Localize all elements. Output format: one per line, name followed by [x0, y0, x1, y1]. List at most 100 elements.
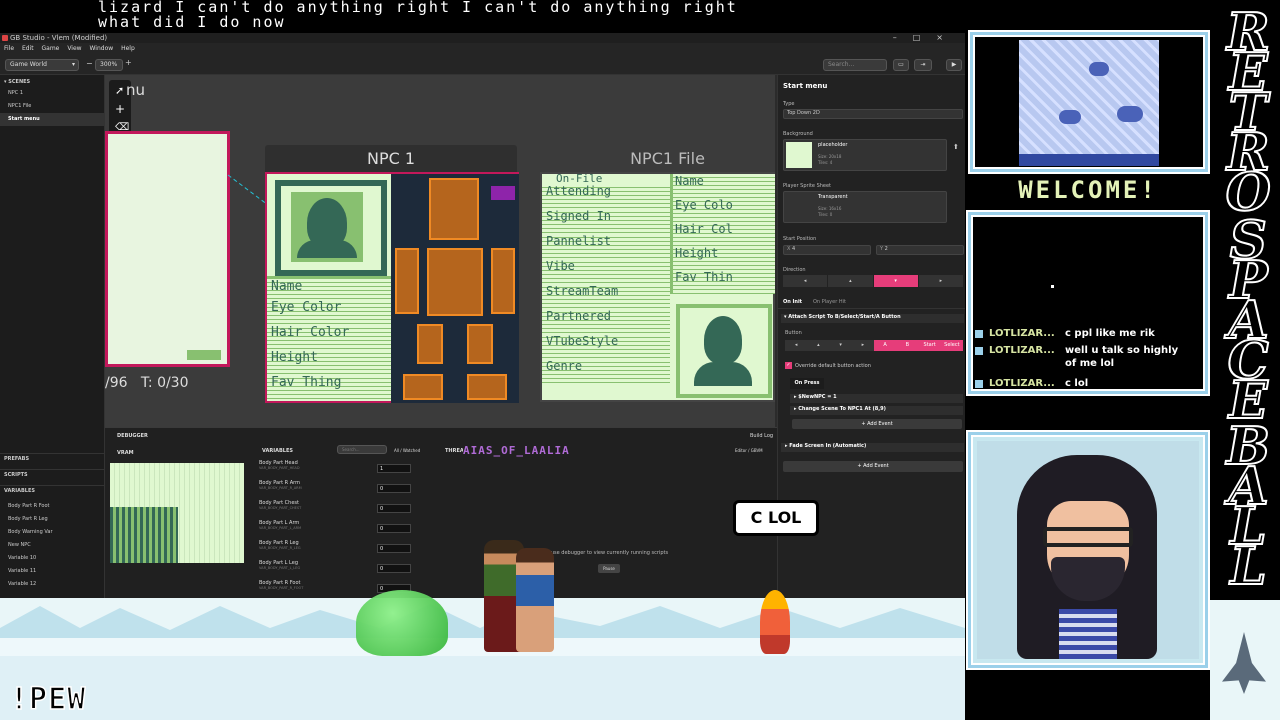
- type-select[interactable]: Top Down 2D: [783, 109, 963, 119]
- direction-down-button[interactable]: ▾: [873, 275, 919, 287]
- direction-right-button[interactable]: ▸: [918, 275, 963, 287]
- variables-filter[interactable]: All / Watched: [394, 448, 420, 453]
- button-down[interactable]: ▾: [830, 340, 852, 351]
- editor-tab[interactable]: Editor / GBVM: [735, 448, 763, 453]
- menu-edit[interactable]: Edit: [22, 45, 34, 52]
- button-left[interactable]: ◂: [785, 340, 807, 351]
- chat-badge-icon: [975, 347, 983, 355]
- sprite-select[interactable]: Transparent Size: 16x16 Tiles: 0: [783, 191, 947, 223]
- button-a[interactable]: A: [874, 340, 897, 351]
- event-fade-screen[interactable]: ▸ Fade Screen In (Automatic): [781, 443, 964, 452]
- menu-help[interactable]: Help: [121, 45, 135, 52]
- play-icon: ▶: [951, 61, 957, 68]
- scene-item-start-menu[interactable]: Start menu: [0, 113, 104, 126]
- file-field: Signed In: [542, 209, 670, 234]
- start-y-input[interactable]: Y 2: [876, 245, 964, 255]
- direction-up-button[interactable]: ▴: [828, 275, 874, 287]
- menu-file[interactable]: File: [4, 45, 14, 52]
- body-part-l-leg[interactable]: [467, 324, 493, 364]
- body-part-r-foot[interactable]: [403, 374, 443, 400]
- button-right[interactable]: ▸: [852, 340, 874, 351]
- body-part-chest[interactable]: [427, 248, 483, 316]
- menu-window[interactable]: Window: [89, 45, 113, 52]
- var-value[interactable]: 0: [377, 504, 411, 513]
- event-fade-label: Fade Screen In (Automatic): [789, 443, 867, 449]
- background-select[interactable]: placeholder Size: 20x18 Tiles: 4: [783, 139, 947, 171]
- view-select[interactable]: Game World ▾: [5, 59, 79, 71]
- export-button[interactable]: ⇥: [914, 59, 932, 71]
- variable-item[interactable]: Variable 12: [0, 578, 104, 591]
- chat-username[interactable]: LOTLIZAR...: [989, 327, 1067, 340]
- zoom-in-button[interactable]: +: [125, 58, 132, 67]
- menu-game[interactable]: Game: [42, 45, 60, 52]
- scripts-header[interactable]: SCRIPTS: [0, 469, 104, 479]
- variable-item[interactable]: Variable 11: [0, 565, 104, 578]
- stream-caption: lizard I can't do anything right I can't…: [98, 0, 958, 34]
- variable-item[interactable]: Body Part R Foot: [0, 500, 104, 513]
- add-event-inner-button[interactable]: + Add Event: [792, 419, 962, 429]
- tab-on-init[interactable]: On Init: [783, 299, 802, 305]
- scenes-header[interactable]: ▾ SCENES: [0, 77, 104, 87]
- file-field: Pannelist: [542, 234, 670, 259]
- file-field: StreamTeam: [542, 284, 670, 309]
- override-checkbox[interactable]: ✓: [785, 362, 792, 369]
- search-input[interactable]: Search...: [823, 59, 887, 71]
- var-value[interactable]: 0: [377, 524, 411, 533]
- folder-button[interactable]: ▭: [893, 59, 909, 71]
- variable-item[interactable]: New NPC: [0, 539, 104, 552]
- body-part-head[interactable]: [429, 178, 479, 240]
- window-title: GB Studio - Vlem (Modified): [10, 34, 108, 42]
- body-part-r-leg[interactable]: [417, 324, 443, 364]
- var-value[interactable]: 0: [377, 484, 411, 493]
- variables-title: VARIABLES: [262, 448, 293, 454]
- maximize-button[interactable]: □: [913, 33, 937, 42]
- pause-button[interactable]: Pause: [598, 564, 620, 573]
- button-select[interactable]: Select: [940, 340, 963, 351]
- direction-left-button[interactable]: ◂: [783, 275, 829, 287]
- var-value[interactable]: 1: [377, 464, 411, 473]
- tab-on-player-hit[interactable]: On Player Hit: [813, 299, 846, 305]
- zoom-out-button[interactable]: −: [86, 59, 93, 68]
- var-value[interactable]: 0: [377, 544, 411, 553]
- on-press-tab[interactable]: On Press: [790, 378, 824, 389]
- body-part-l-foot[interactable]: [467, 374, 507, 400]
- file-field: Vibe: [542, 259, 670, 284]
- event-change-scene[interactable]: ▸ Change Scene To NPC1 At (8,9): [790, 406, 963, 415]
- field-height: Height: [267, 350, 392, 375]
- minimize-button[interactable]: –: [893, 33, 913, 42]
- var-value[interactable]: 0: [377, 564, 411, 573]
- menu-view[interactable]: View: [67, 45, 81, 52]
- body-part-r-arm[interactable]: [395, 248, 419, 314]
- button-up[interactable]: ▴: [807, 340, 829, 351]
- play-button[interactable]: ▶: [946, 59, 962, 71]
- vram-tiles: [110, 507, 178, 563]
- event-attach-script[interactable]: ▾ Attach Script To B/Select/Start/A Butt…: [781, 314, 964, 323]
- chat-username[interactable]: LOTLIZAR...: [989, 377, 1067, 390]
- file-field: Eye Colo: [673, 198, 775, 222]
- build-log-button[interactable]: Build Log: [750, 433, 773, 439]
- close-button[interactable]: ×: [936, 33, 959, 42]
- prefabs-header[interactable]: PREFABS: [0, 453, 104, 463]
- scene-item-npc1[interactable]: NPC 1: [0, 87, 104, 100]
- world-canvas[interactable]: ➚ + ⌫ ▦ ⊘ nu /96 T: 0/30 NPC 1 Name Eye …: [105, 75, 775, 427]
- npc1-file-scene[interactable]: On-File Attending Signed In Pannelist Vi…: [540, 172, 775, 402]
- variables-header[interactable]: VARIABLES: [0, 485, 104, 495]
- variable-item[interactable]: Body Warning Var: [0, 526, 104, 539]
- variable-item[interactable]: Body Part R Leg: [0, 513, 104, 526]
- event-set-variable[interactable]: ▸ $NewNPC = 1: [790, 394, 963, 403]
- scene-item-npc1-file[interactable]: NPC1 File: [0, 100, 104, 113]
- pin-icon[interactable]: ⬆: [953, 143, 959, 151]
- chat-username[interactable]: LOTLIZAR...: [989, 344, 1067, 357]
- start-x-input[interactable]: X 4: [783, 245, 871, 255]
- variable-item[interactable]: Variable 10: [0, 552, 104, 565]
- debugger-search-input[interactable]: Search...: [337, 445, 387, 454]
- button-start[interactable]: Start: [918, 340, 941, 351]
- button-b[interactable]: B: [896, 340, 919, 351]
- export-icon: ⇥: [920, 61, 926, 68]
- game-preview-frame: [970, 32, 1208, 172]
- table-row: Body Part Head VAR_BODY_PART_HEAD 1: [259, 460, 429, 480]
- event-attach-label: Attach Script To B/Select/Start/A Button: [788, 314, 901, 320]
- add-event-button[interactable]: + Add Event: [783, 461, 963, 472]
- body-part-l-arm[interactable]: [491, 248, 515, 314]
- npc1-scene[interactable]: Name Eye Color Hair Color Height Fav Thi…: [265, 172, 519, 403]
